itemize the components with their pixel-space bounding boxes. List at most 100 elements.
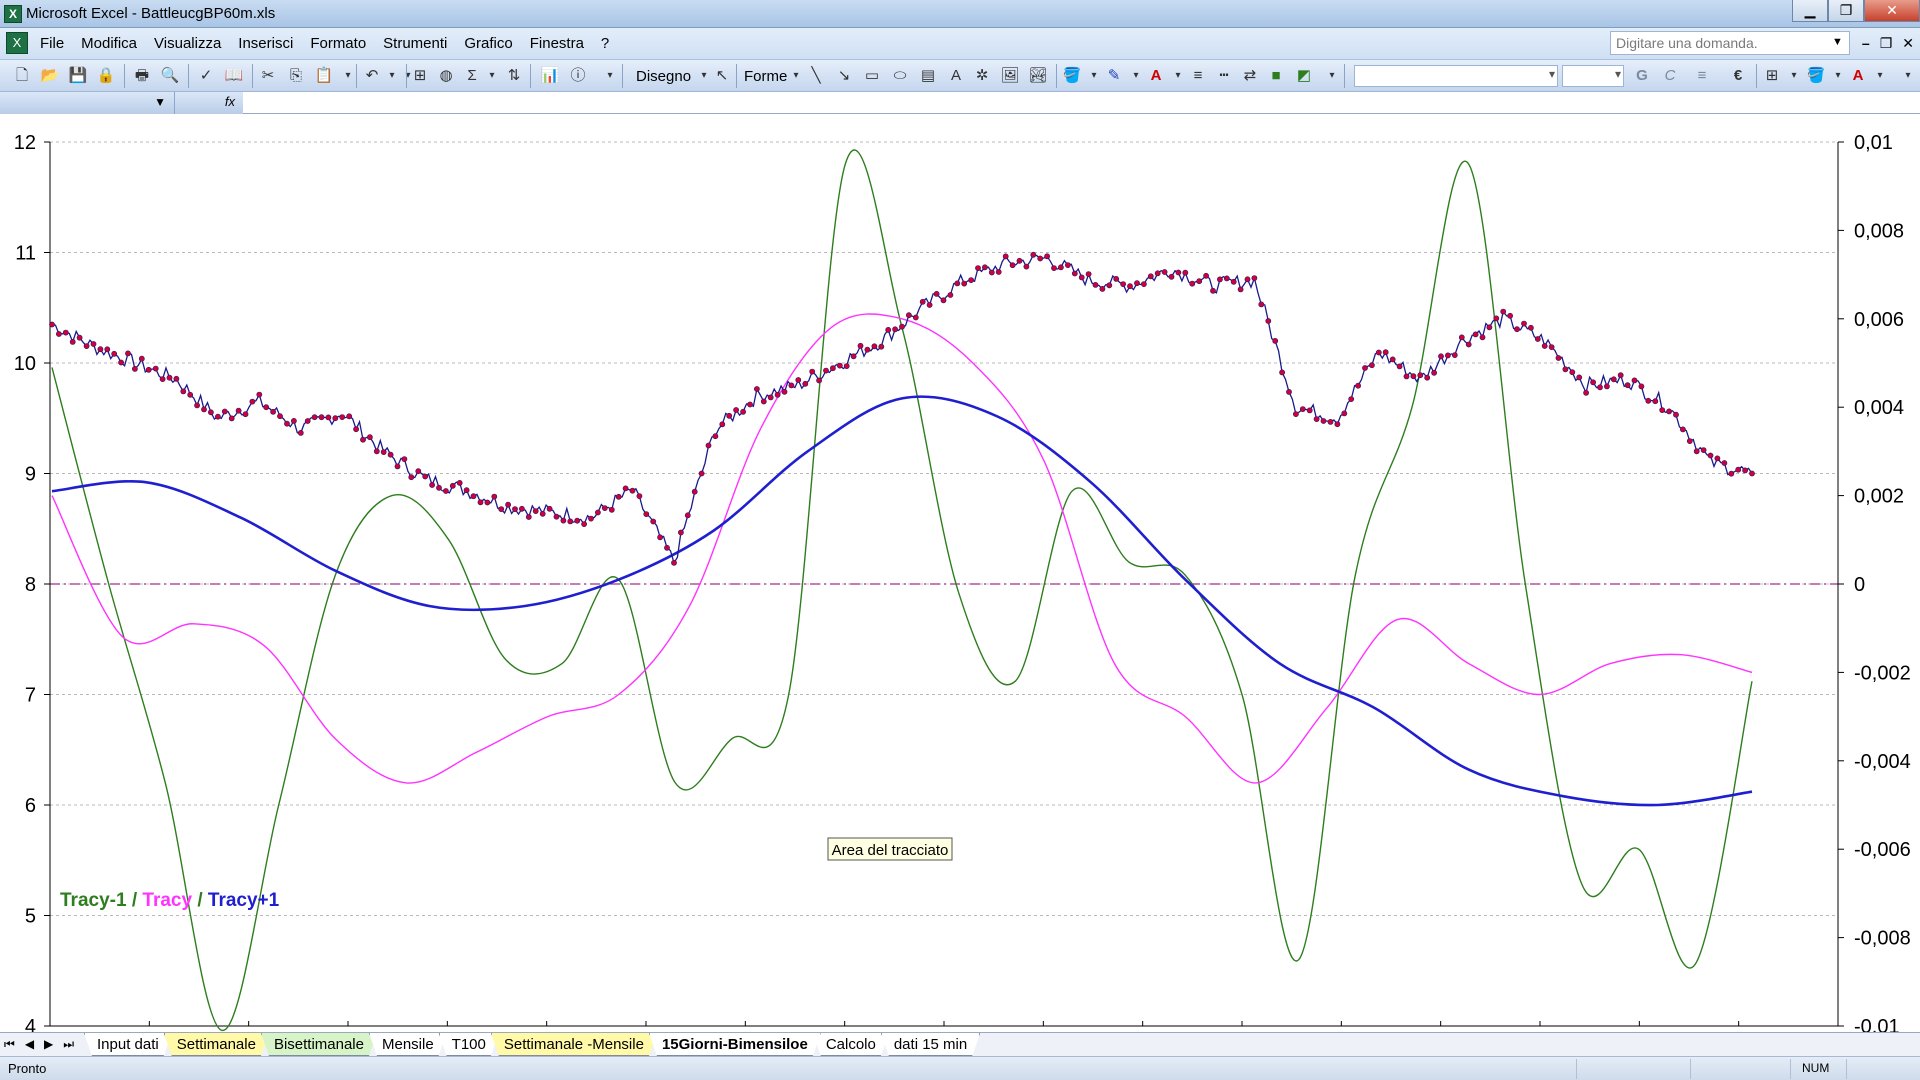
- workbook-restore-icon[interactable]: ❐: [1880, 35, 1893, 52]
- sheet-tab-15giorni-bimensiloe[interactable]: 15Giorni-Bimensiloe: [649, 1033, 821, 1056]
- minimize-button[interactable]: ▁: [1792, 0, 1828, 22]
- font-size-combo[interactable]: [1562, 65, 1624, 87]
- euro-icon[interactable]: €: [1728, 66, 1748, 86]
- save-icon[interactable]: 💾: [68, 66, 88, 86]
- chart-area[interactable]: 12 11 10 9 8 7 6 5 4 0,01 0,008 0,006 0,004 0,002 0 -0,…: [0, 114, 1920, 1038]
- first-sheet-icon[interactable]: ⏮: [4, 1037, 15, 1052]
- menu-help[interactable]: ?: [601, 35, 609, 52]
- sheet-tab-dati-15-min[interactable]: dati 15 min: [881, 1033, 980, 1056]
- clip-art-icon[interactable]: 🖼: [1000, 66, 1020, 86]
- line-icon[interactable]: ╲: [806, 66, 826, 86]
- drawing-toolbar-options-icon[interactable]: ▾: [1322, 66, 1342, 86]
- menu-visualizza[interactable]: Visualizza: [154, 35, 221, 52]
- font-color-dropdown-icon[interactable]: ▾: [1168, 66, 1188, 86]
- draw-menu[interactable]: Disegno: [636, 68, 691, 85]
- price-marker: [1348, 396, 1355, 402]
- sheet-tab-calcolo[interactable]: Calcolo: [813, 1033, 889, 1056]
- menu-formato[interactable]: Formato: [310, 35, 366, 52]
- line-style-icon[interactable]: ≡: [1188, 66, 1208, 86]
- next-sheet-icon[interactable]: ▶: [44, 1037, 53, 1052]
- undo-icon[interactable]: ↶: [362, 66, 382, 86]
- paste-dropdown-icon[interactable]: ▾: [338, 66, 358, 86]
- new-icon[interactable]: 🗋: [12, 66, 32, 86]
- arrow-style-icon[interactable]: ⇄: [1240, 66, 1260, 86]
- spelling-icon[interactable]: ✓: [196, 66, 216, 86]
- paste-icon[interactable]: 📋: [314, 66, 334, 86]
- name-box[interactable]: ▼: [0, 92, 175, 114]
- line-color-icon[interactable]: ✎: [1104, 66, 1124, 86]
- align-center-icon[interactable]: ≡: [1692, 66, 1712, 86]
- format-font-color-icon[interactable]: A: [1848, 66, 1868, 86]
- italic-icon[interactable]: C: [1660, 66, 1680, 86]
- format-fill-dropdown-icon[interactable]: ▾: [1828, 66, 1848, 86]
- close-button[interactable]: ✕: [1864, 0, 1920, 22]
- restore-button[interactable]: ❐: [1828, 0, 1864, 22]
- wordart-icon[interactable]: A: [946, 66, 966, 86]
- menu-finestra[interactable]: Finestra: [530, 35, 584, 52]
- select-objects-icon[interactable]: ↖: [712, 66, 732, 86]
- toolbar-options-icon[interactable]: ▾: [600, 66, 620, 86]
- fill-color-dropdown-icon[interactable]: ▾: [1084, 66, 1104, 86]
- sheet-tab-bisettimanale[interactable]: Bisettimanale: [261, 1033, 377, 1056]
- print-preview-icon[interactable]: 🔍: [160, 66, 180, 86]
- arrow-icon[interactable]: ↘: [834, 66, 854, 86]
- research-icon[interactable]: 📖: [224, 66, 244, 86]
- sort-icon[interactable]: ⇅: [504, 66, 524, 86]
- format-font-color-dropdown-icon[interactable]: ▾: [1870, 66, 1890, 86]
- menu-modifica[interactable]: Modifica: [81, 35, 137, 52]
- dash-style-icon[interactable]: ┅: [1214, 66, 1234, 86]
- sheet-tab-settimanale[interactable]: Settimanale: [164, 1033, 269, 1056]
- permission-icon[interactable]: 🔒: [96, 66, 116, 86]
- open-icon[interactable]: 📂: [40, 66, 60, 86]
- last-sheet-icon[interactable]: ⏭: [63, 1037, 74, 1052]
- oval-icon[interactable]: ⬭: [890, 66, 910, 86]
- workbook-close-icon[interactable]: ✕: [1902, 35, 1914, 52]
- bold-icon[interactable]: G: [1632, 66, 1652, 86]
- sheet-tab-settimanale-mensile[interactable]: Settimanale -Mensile: [491, 1033, 657, 1056]
- cut-icon[interactable]: ✂: [258, 66, 278, 86]
- format-toolbar-options-icon[interactable]: ▾: [1898, 66, 1918, 86]
- autoshapes-dropdown-icon[interactable]: ▾: [786, 66, 806, 86]
- shadow-style-icon[interactable]: ■: [1266, 66, 1286, 86]
- menu-file[interactable]: File: [40, 35, 64, 52]
- menu-grafico[interactable]: Grafico: [464, 35, 512, 52]
- price-marker: [698, 470, 705, 477]
- font-name-combo[interactable]: [1354, 65, 1558, 87]
- 3d-style-icon[interactable]: ◩: [1294, 66, 1314, 86]
- chart-wizard-icon[interactable]: 📊: [540, 66, 560, 86]
- help-icon[interactable]: ⓘ: [568, 66, 588, 86]
- text-box-icon[interactable]: ▤: [918, 66, 938, 86]
- print-icon[interactable]: 🖶: [132, 66, 152, 86]
- menu-inserisci[interactable]: Inserisci: [238, 35, 293, 52]
- sheet-tab-mensile[interactable]: Mensile: [369, 1033, 447, 1056]
- copy-icon[interactable]: ⎘: [286, 66, 306, 86]
- autoshapes-menu[interactable]: Forme: [744, 68, 787, 85]
- borders-dropdown-icon[interactable]: ▾: [1784, 66, 1804, 86]
- sheet-tab-input-dati[interactable]: Input dati: [84, 1033, 172, 1056]
- menu-strumenti[interactable]: Strumenti: [383, 35, 447, 52]
- diagram-icon[interactable]: ✲: [972, 66, 992, 86]
- excel-app-icon[interactable]: X: [4, 5, 22, 23]
- borders-icon[interactable]: ⊞: [1762, 66, 1782, 86]
- autosum-dropdown-icon[interactable]: ▾: [482, 66, 502, 86]
- draw-dropdown-icon[interactable]: ▾: [694, 66, 714, 86]
- sheet-tab-t100[interactable]: T100: [439, 1033, 499, 1056]
- name-box-dropdown-icon[interactable]: ▼: [154, 95, 166, 109]
- font-color-icon[interactable]: A: [1146, 66, 1166, 86]
- fill-color-icon[interactable]: 🪣: [1062, 66, 1082, 86]
- price-marker: [1341, 410, 1348, 417]
- line-color-dropdown-icon[interactable]: ▾: [1126, 66, 1146, 86]
- workbook-icon[interactable]: X: [6, 32, 28, 54]
- ink-icon[interactable]: ◍: [436, 66, 456, 86]
- prev-sheet-icon[interactable]: ◀: [25, 1037, 34, 1052]
- ask-question-input[interactable]: Digitare una domanda.: [1610, 31, 1850, 55]
- price-marker: [207, 409, 214, 416]
- workbook-minimize-icon[interactable]: –: [1862, 35, 1870, 52]
- rectangle-icon[interactable]: ▭: [862, 66, 882, 86]
- autosum-icon[interactable]: Σ: [462, 66, 482, 86]
- fx-icon[interactable]: fx: [175, 92, 243, 114]
- insert-hyperlink-icon[interactable]: ⊞: [410, 66, 430, 86]
- format-fill-color-icon[interactable]: 🪣: [1806, 66, 1826, 86]
- picture-icon[interactable]: 🏞: [1028, 66, 1048, 86]
- ask-question-dropdown-icon[interactable]: ▼: [1832, 36, 1843, 48]
